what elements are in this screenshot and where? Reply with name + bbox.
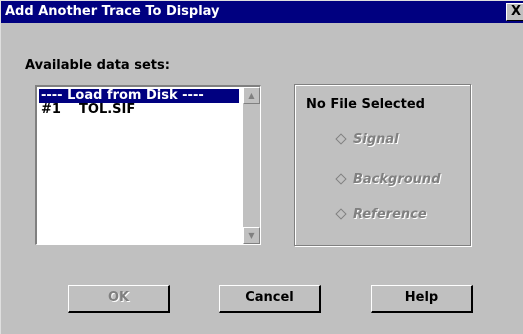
radio-signal-label: Signal xyxy=(353,132,399,147)
radio-diamond-icon xyxy=(335,173,347,185)
scroll-down-button[interactable]: ▼ xyxy=(243,227,260,244)
help-button[interactable]: Help xyxy=(371,285,473,313)
radio-diamond-icon xyxy=(335,208,347,220)
available-data-sets-label: Available data sets: xyxy=(25,58,170,73)
arrow-up-icon: ▲ xyxy=(248,91,255,100)
radio-reference-label: Reference xyxy=(353,207,427,222)
trace-type-panel: No File Selected Signal Background Refer… xyxy=(294,84,471,246)
ok-button[interactable]: OK xyxy=(68,285,170,313)
data-sets-list: ---- Load from Disk ---- #1 TOL.SIF xyxy=(39,89,239,117)
list-item-tol-sif[interactable]: #1 TOL.SIF xyxy=(39,103,239,117)
close-icon: X xyxy=(511,4,522,19)
file-status-label: No File Selected xyxy=(306,97,425,112)
arrow-down-icon: ▼ xyxy=(248,231,255,240)
window-title: Add Another Trace To Display xyxy=(5,4,220,19)
cancel-button[interactable]: Cancel xyxy=(219,285,321,313)
radio-background-label: Background xyxy=(353,172,441,187)
list-item-load-from-disk[interactable]: ---- Load from Disk ---- xyxy=(39,89,239,103)
radio-diamond-icon xyxy=(335,133,347,145)
vertical-scrollbar[interactable]: ▲ ▼ xyxy=(243,87,260,244)
data-sets-listbox[interactable]: ---- Load from Disk ---- #1 TOL.SIF ▲ ▼ xyxy=(35,85,261,245)
scroll-up-button[interactable]: ▲ xyxy=(243,87,260,104)
add-trace-dialog: Add Another Trace To Display X Available… xyxy=(0,0,523,334)
close-button[interactable]: X xyxy=(506,3,523,21)
title-bar[interactable]: Add Another Trace To Display X xyxy=(1,1,523,23)
